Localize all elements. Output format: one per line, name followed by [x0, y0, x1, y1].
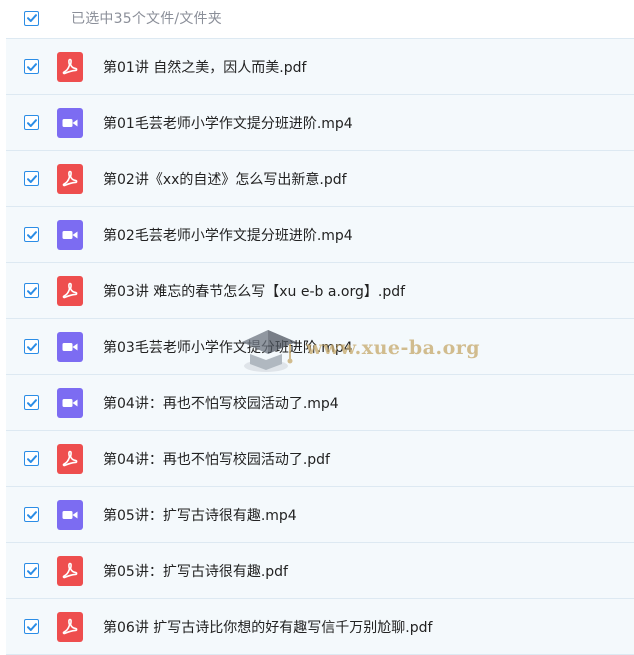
file-list-panel: 已选中35个文件/文件夹 第01讲 自然之美，因人而美.pdf 第01毛芸老师小学… [0, 0, 634, 655]
file-name[interactable]: 第02毛芸老师小学作文提分班进阶.mp4 [103, 225, 353, 245]
file-row[interactable]: 第01讲 自然之美，因人而美.pdf [6, 38, 634, 95]
file-checkbox[interactable] [24, 619, 39, 634]
pdf-icon [62, 282, 78, 298]
file-type-icon [57, 499, 83, 530]
file-row[interactable]: 第06讲 扩写古诗比你想的好有趣写信千万别尬聊.pdf [6, 599, 634, 655]
pdf-icon [62, 618, 78, 634]
file-row[interactable]: 第02讲《xx的自述》怎么写出新意.pdf [6, 151, 634, 207]
file-type-icon [57, 219, 83, 250]
file-name[interactable]: 第02讲《xx的自述》怎么写出新意.pdf [103, 169, 347, 189]
file-type-icon [57, 443, 83, 474]
file-row[interactable]: 第03讲 难忘的春节怎么写【xu e-b a.org】.pdf [6, 263, 634, 319]
selected-count-text: 已选中35个文件/文件夹 [71, 11, 222, 27]
file-checkbox[interactable] [24, 563, 39, 578]
selection-header: 已选中35个文件/文件夹 [0, 0, 634, 36]
video-icon [62, 510, 78, 519]
file-name[interactable]: 第04讲：再也不怕写校园活动了.mp4 [103, 393, 339, 413]
check-icon [26, 566, 37, 575]
pdf-icon [62, 450, 78, 466]
file-row[interactable]: 第05讲：扩写古诗很有趣.mp4 [6, 487, 634, 543]
file-name[interactable]: 第05讲：扩写古诗很有趣.pdf [103, 561, 288, 581]
file-list: 第01讲 自然之美，因人而美.pdf 第01毛芸老师小学作文提分班进阶.mp4 第0… [6, 38, 634, 655]
check-icon [26, 622, 37, 631]
check-icon [26, 62, 37, 71]
check-icon [26, 286, 37, 295]
file-name[interactable]: 第06讲 扩写古诗比你想的好有趣写信千万别尬聊.pdf [103, 617, 432, 637]
file-row[interactable]: 第04讲：再也不怕写校园活动了.mp4 [6, 375, 634, 431]
file-row[interactable]: 第04讲：再也不怕写校园活动了.pdf [6, 431, 634, 487]
file-name[interactable]: 第03讲 难忘的春节怎么写【xu e-b a.org】.pdf [103, 281, 405, 301]
file-checkbox[interactable] [24, 115, 39, 130]
file-type-icon [57, 331, 83, 362]
file-row[interactable]: 第01毛芸老师小学作文提分班进阶.mp4 [6, 95, 634, 151]
file-type-icon [57, 163, 83, 194]
file-checkbox[interactable] [24, 227, 39, 242]
file-type-icon [57, 387, 83, 418]
video-icon [62, 398, 78, 407]
file-name[interactable]: 第03毛芸老师小学作文提分班进阶.mp4 [103, 337, 353, 357]
file-checkbox[interactable] [24, 507, 39, 522]
check-icon [26, 510, 37, 519]
file-checkbox[interactable] [24, 451, 39, 466]
video-icon [62, 342, 78, 351]
pdf-icon [62, 170, 78, 186]
video-icon [62, 118, 78, 127]
check-icon [26, 174, 37, 183]
check-icon [26, 118, 37, 127]
file-checkbox[interactable] [24, 171, 39, 186]
file-row[interactable]: 第03毛芸老师小学作文提分班进阶.mp4 [6, 319, 634, 375]
check-icon [26, 398, 37, 407]
pdf-icon [62, 58, 78, 74]
file-type-icon [57, 51, 83, 82]
pdf-icon [62, 562, 78, 578]
file-type-icon [57, 555, 83, 586]
file-type-icon [57, 275, 83, 306]
check-icon [26, 342, 37, 351]
file-row[interactable]: 第02毛芸老师小学作文提分班进阶.mp4 [6, 207, 634, 263]
check-icon [26, 454, 37, 463]
file-checkbox[interactable] [24, 59, 39, 74]
file-row[interactable]: 第05讲：扩写古诗很有趣.pdf [6, 543, 634, 599]
file-checkbox[interactable] [24, 339, 39, 354]
file-type-icon [57, 611, 83, 642]
select-all-checkbox[interactable] [24, 10, 39, 26]
file-name[interactable]: 第01讲 自然之美，因人而美.pdf [103, 57, 306, 77]
check-icon [26, 230, 37, 239]
file-name[interactable]: 第01毛芸老师小学作文提分班进阶.mp4 [103, 113, 353, 133]
video-icon [62, 230, 78, 239]
file-checkbox[interactable] [24, 395, 39, 410]
file-name[interactable]: 第04讲：再也不怕写校园活动了.pdf [103, 449, 330, 469]
file-type-icon [57, 107, 83, 138]
file-name[interactable]: 第05讲：扩写古诗很有趣.mp4 [103, 505, 297, 525]
file-checkbox[interactable] [24, 283, 39, 298]
check-icon [26, 14, 37, 22]
